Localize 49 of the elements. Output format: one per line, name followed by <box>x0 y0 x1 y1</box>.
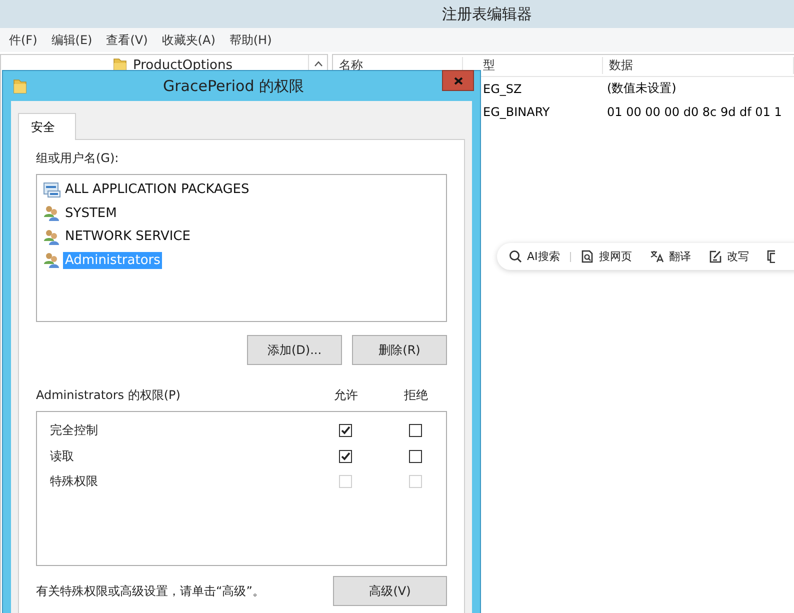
window-title: 注册表编辑器 <box>442 4 532 24</box>
advanced-button[interactable]: 高级(V) <box>333 576 447 606</box>
checkbox[interactable] <box>408 450 422 463</box>
scroll-up-icon[interactable] <box>314 61 322 67</box>
permission-name: 特殊权限 <box>50 473 99 490</box>
menu-item[interactable]: 编辑(E) <box>51 32 92 48</box>
menu-item[interactable]: 收藏夹(A) <box>162 32 216 48</box>
close-icon <box>454 76 462 84</box>
user-group-icon <box>43 205 61 222</box>
checkbox[interactable] <box>338 450 352 463</box>
checkbox[interactable] <box>338 424 352 438</box>
column-header[interactable]: 数据 <box>603 57 794 74</box>
toolbar-button[interactable]: 搜网页 <box>598 249 632 264</box>
checkbox[interactable] <box>408 424 422 438</box>
column-header: 允许 <box>333 387 359 404</box>
toolbar-button[interactable]: 改写 <box>726 249 749 264</box>
copy-icon <box>766 250 775 263</box>
dialog-button[interactable]: 添加(D)... <box>247 335 342 365</box>
menu-item[interactable]: 件(F) <box>9 32 38 48</box>
list-item[interactable]: SYSTEM <box>63 204 119 222</box>
user-group-icon <box>43 252 61 268</box>
dialog-title: GracePeriod 的权限 <box>162 76 305 96</box>
tab[interactable]: 安全 <box>18 113 76 140</box>
table-cell-text: (数值未设置) <box>606 80 678 97</box>
user-group-icon <box>43 228 61 245</box>
toolbar-button[interactable]: AI搜索 <box>527 249 560 264</box>
close-button[interactable] <box>442 70 474 91</box>
toolbar-button[interactable]: 翻译 <box>668 249 691 264</box>
dialog-button[interactable]: 删除(R) <box>352 335 447 365</box>
folder-icon <box>13 78 27 94</box>
column-header: 拒绝 <box>403 387 429 404</box>
menu-item[interactable]: 查看(V) <box>106 32 148 48</box>
permission-name: 读取 <box>50 448 75 465</box>
search-icon <box>509 250 522 263</box>
hint-text: 有关特殊权限或高级设置，请单击“高级”。 <box>36 582 264 600</box>
package-icon <box>43 182 61 198</box>
list-item[interactable]: ALL APPLICATION PACKAGES <box>63 181 252 198</box>
group-label: 组或用户名(G): <box>36 150 120 167</box>
table-cell-text: EG_BINARY <box>482 104 551 118</box>
permission-name: 完全控制 <box>50 422 99 440</box>
document-search-icon <box>580 250 594 263</box>
menu-item[interactable]: 帮助(H) <box>229 32 272 48</box>
tree-item[interactable]: ProductOptions <box>133 58 233 72</box>
edit-icon <box>708 250 722 263</box>
translate-icon <box>650 250 664 263</box>
list-item[interactable]: NETWORK SERVICE <box>63 228 192 246</box>
table-cell-text: 01 00 00 00 d0 8c 9d df 01 1 <box>606 104 783 118</box>
permissions-label: Administrators 的权限(P) <box>36 387 182 404</box>
table-cell-text: EG_SZ <box>482 82 523 96</box>
